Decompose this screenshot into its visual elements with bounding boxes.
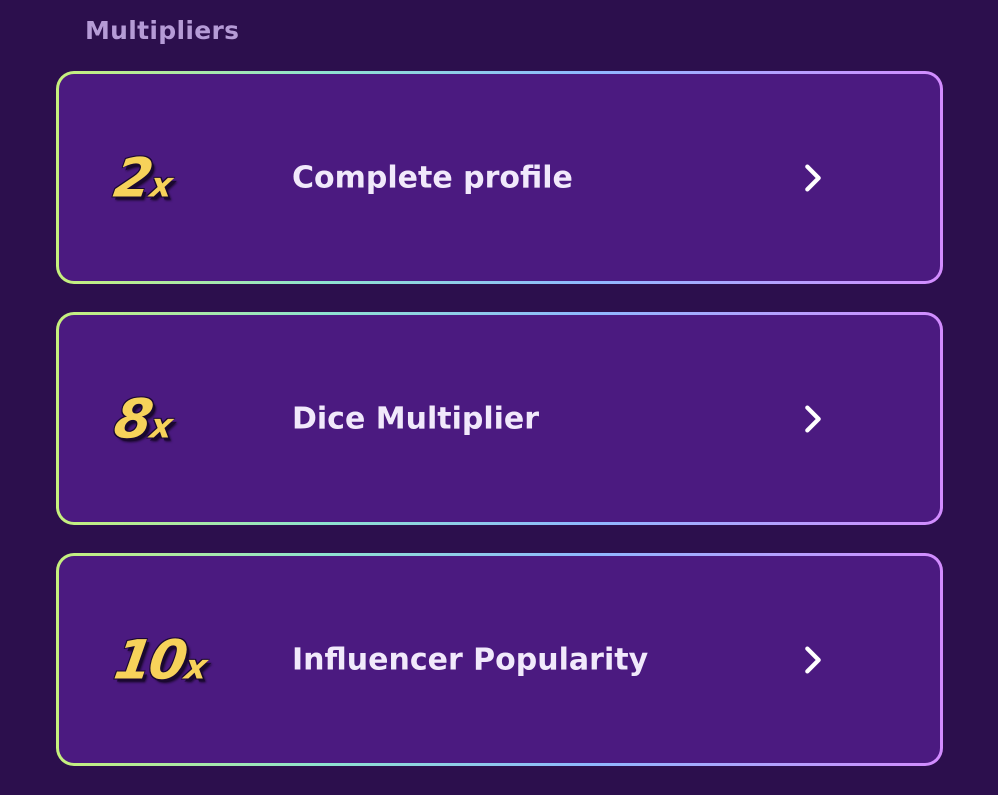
multiplier-suffix: x bbox=[181, 647, 211, 687]
section-title: Multipliers bbox=[85, 16, 240, 45]
chevron-right-icon[interactable] bbox=[796, 402, 830, 436]
multiplier-suffix: x bbox=[147, 406, 176, 446]
multiplier-badge: 2x bbox=[110, 146, 178, 209]
multiplier-list: 2x Complete profile 8x Dice Multiplier 1… bbox=[56, 71, 943, 794]
multiplier-label: Influencer Popularity bbox=[292, 642, 649, 677]
multiplier-badge: 10x bbox=[110, 628, 213, 691]
multiplier-label: Dice Multiplier bbox=[292, 401, 540, 436]
card-body: 10x Influencer Popularity bbox=[59, 556, 940, 763]
multiplier-card-influencer-popularity[interactable]: 10x Influencer Popularity bbox=[56, 553, 943, 766]
card-body: 8x Dice Multiplier bbox=[59, 315, 940, 522]
multiplier-card-dice-multiplier[interactable]: 8x Dice Multiplier bbox=[56, 312, 943, 525]
chevron-right-icon[interactable] bbox=[796, 643, 830, 677]
multiplier-card-complete-profile[interactable]: 2x Complete profile bbox=[56, 71, 943, 284]
card-body: 2x Complete profile bbox=[59, 74, 940, 281]
multiplier-badge: 8x bbox=[110, 387, 178, 450]
chevron-right-icon[interactable] bbox=[796, 161, 830, 195]
multiplier-suffix: x bbox=[147, 165, 176, 205]
multiplier-value: 10 bbox=[110, 628, 190, 691]
multiplier-label: Complete profile bbox=[292, 160, 573, 195]
